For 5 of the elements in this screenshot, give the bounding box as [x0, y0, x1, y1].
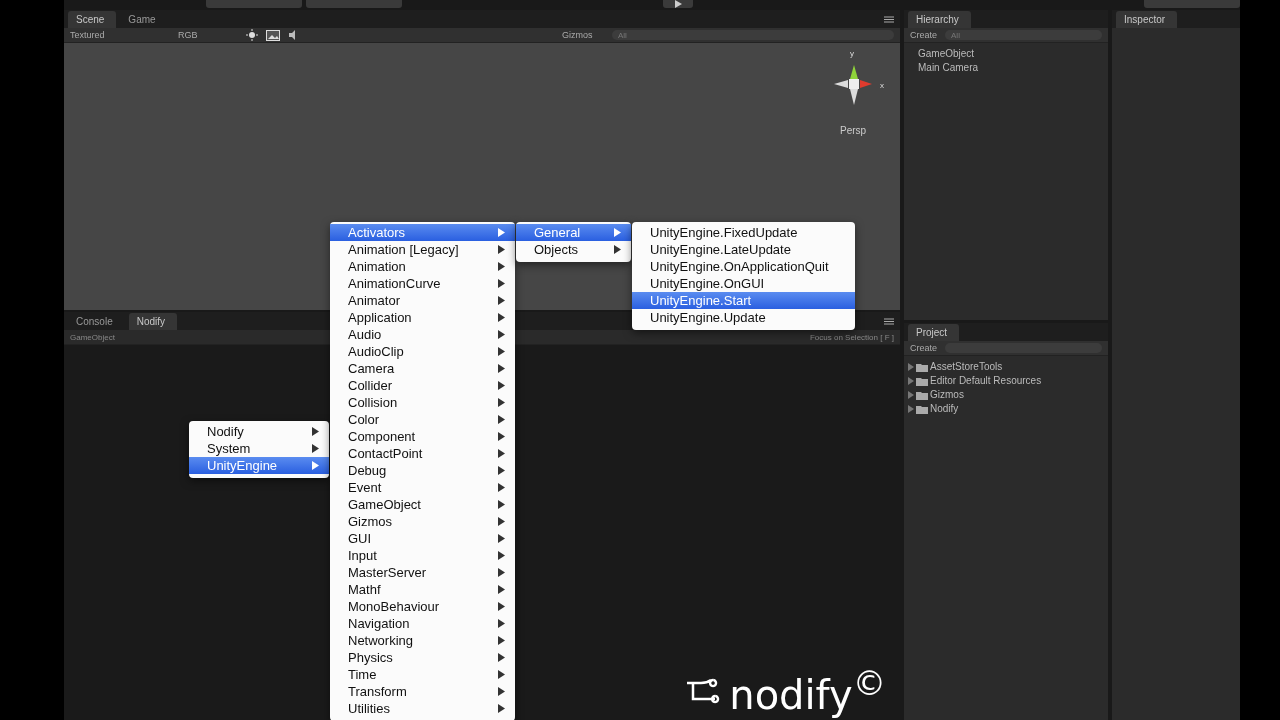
axis-label: x	[880, 81, 884, 90]
axis-label: y	[850, 49, 854, 58]
logo-wordmark: nodify$^{©}$	[729, 662, 886, 718]
focus-hint: Focus on Selection [ F ]	[809, 332, 894, 342]
breadcrumb: GameObject	[70, 332, 115, 342]
